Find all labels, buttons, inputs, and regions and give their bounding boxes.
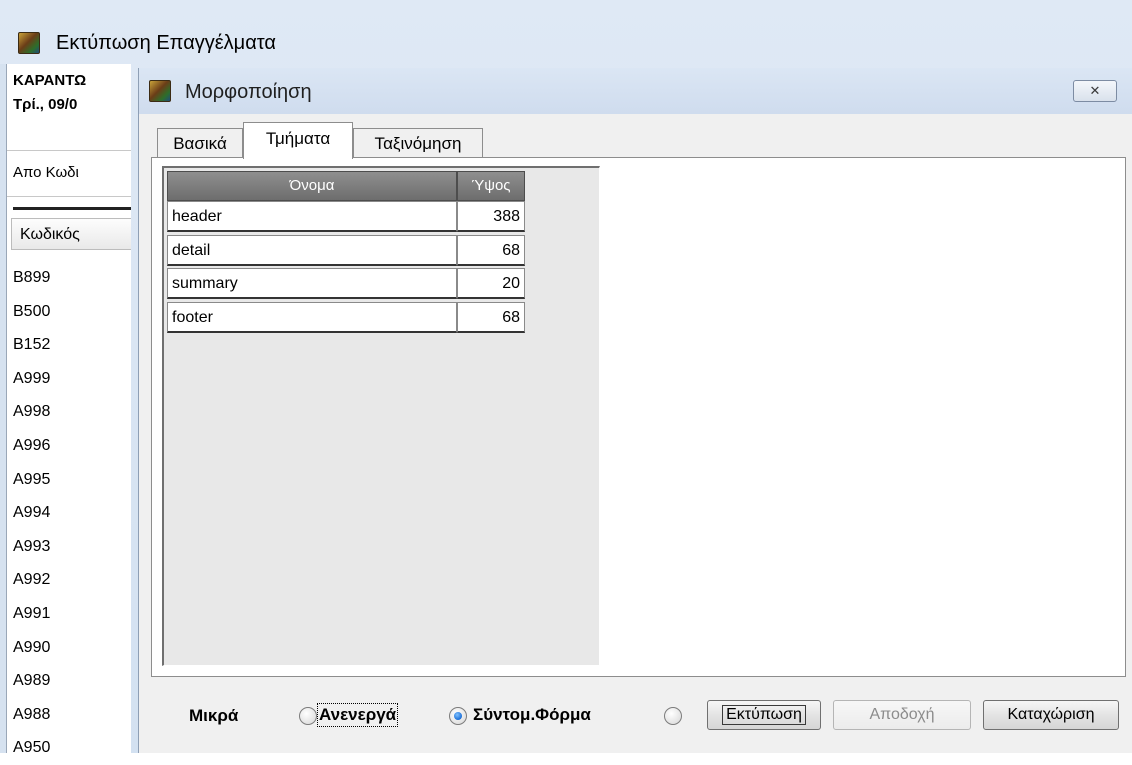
- cell-name[interactable]: summary: [167, 268, 457, 300]
- tab-sections[interactable]: Τμήματα: [243, 122, 353, 159]
- list-item: A994: [13, 504, 51, 522]
- tab-pane-sections: Όνομα Ύψος header 388 detail 68 summary …: [151, 157, 1126, 677]
- cell-height[interactable]: 68: [457, 301, 525, 333]
- from-code-label: Απο Κωδι: [13, 164, 79, 181]
- list-item: A991: [13, 604, 51, 622]
- register-button-label: Καταχώριση: [1007, 706, 1095, 723]
- format-dialog: Μορφοποίηση ✕ Βασικά Τμήματα Ταξινόμηση …: [138, 68, 1132, 753]
- list-item: B899: [13, 269, 51, 286]
- bottom-controls: Μικρά Ανενεργά Σύντομ.Φόρμα Εκτύπωση Απο…: [139, 694, 1132, 738]
- list-item: A998: [13, 403, 51, 421]
- print-button[interactable]: Εκτύπωση: [707, 700, 821, 730]
- outer-titlebar: Εκτύπωση Επαγγέλματα: [0, 22, 1132, 64]
- small-label: Μικρά: [189, 706, 239, 725]
- column-header-name[interactable]: Όνομα: [167, 171, 457, 201]
- list-item: A993: [13, 537, 51, 555]
- dialog-titlebar[interactable]: Μορφοποίηση ✕: [139, 68, 1132, 114]
- radio-unlabeled[interactable]: [664, 707, 682, 725]
- cell-height[interactable]: 68: [457, 234, 525, 266]
- report-background-panel: ΚΑΡΑΝΤΩ Τρί., 09/0 Απο Κωδι Κωδικός B899…: [6, 64, 131, 756]
- report-date: Τρί., 09/0: [13, 96, 78, 113]
- list-item: B500: [13, 302, 51, 320]
- sections-grid[interactable]: Όνομα Ύψος header 388 detail 68 summary …: [162, 166, 600, 666]
- dialog-title: Μορφοποίηση: [185, 81, 312, 103]
- list-item: A990: [13, 638, 51, 656]
- list-item: A999: [13, 369, 51, 387]
- code-column-header[interactable]: Κωδικός: [11, 218, 131, 250]
- list-item: A989: [13, 672, 51, 690]
- accept-button[interactable]: Αποδοχή: [833, 700, 971, 730]
- tab-sorting[interactable]: Ταξινόμηση: [353, 128, 483, 158]
- cell-name[interactable]: detail: [167, 234, 457, 266]
- register-button[interactable]: Καταχώριση: [983, 700, 1119, 730]
- divider: [7, 196, 131, 197]
- list-item: A992: [13, 571, 51, 589]
- list-item: A950: [13, 739, 51, 757]
- divider: [13, 207, 131, 210]
- radio-short-form[interactable]: [449, 707, 467, 725]
- outer-window-title: Εκτύπωση Επαγγέλματα: [56, 32, 276, 54]
- cell-name[interactable]: footer: [167, 301, 457, 333]
- list-item: A988: [13, 705, 51, 723]
- radio-inactive-label[interactable]: Ανενεργά: [316, 703, 399, 727]
- code-list: B899 B500 B152 A999 A998 A996 A995 A994 …: [7, 261, 131, 765]
- app-icon: [18, 32, 40, 54]
- cell-height[interactable]: 388: [457, 201, 525, 232]
- outer-window: Εκτύπωση Επαγγέλματα ΚΑΡΑΝΤΩ Τρί., 09/0 …: [0, 0, 1132, 756]
- close-icon: ✕: [1089, 83, 1101, 98]
- cell-name[interactable]: header: [167, 201, 457, 232]
- radio-inactive[interactable]: [299, 707, 317, 725]
- list-item: A996: [13, 436, 51, 454]
- column-header-height[interactable]: Ύψος: [457, 171, 525, 201]
- cell-height[interactable]: 20: [457, 268, 525, 300]
- tab-basic[interactable]: Βασικά: [157, 128, 243, 158]
- close-button[interactable]: ✕: [1073, 80, 1117, 102]
- list-item: B152: [13, 336, 51, 354]
- divider: [7, 150, 131, 151]
- radio-short-form-label[interactable]: Σύντομ.Φόρμα: [473, 705, 591, 725]
- list-item: A995: [13, 470, 51, 488]
- accept-button-label: Αποδοχή: [869, 706, 935, 723]
- print-button-label: Εκτύπωση: [722, 705, 806, 725]
- dialog-app-icon: [149, 80, 171, 102]
- company-name: ΚΑΡΑΝΤΩ: [13, 72, 87, 89]
